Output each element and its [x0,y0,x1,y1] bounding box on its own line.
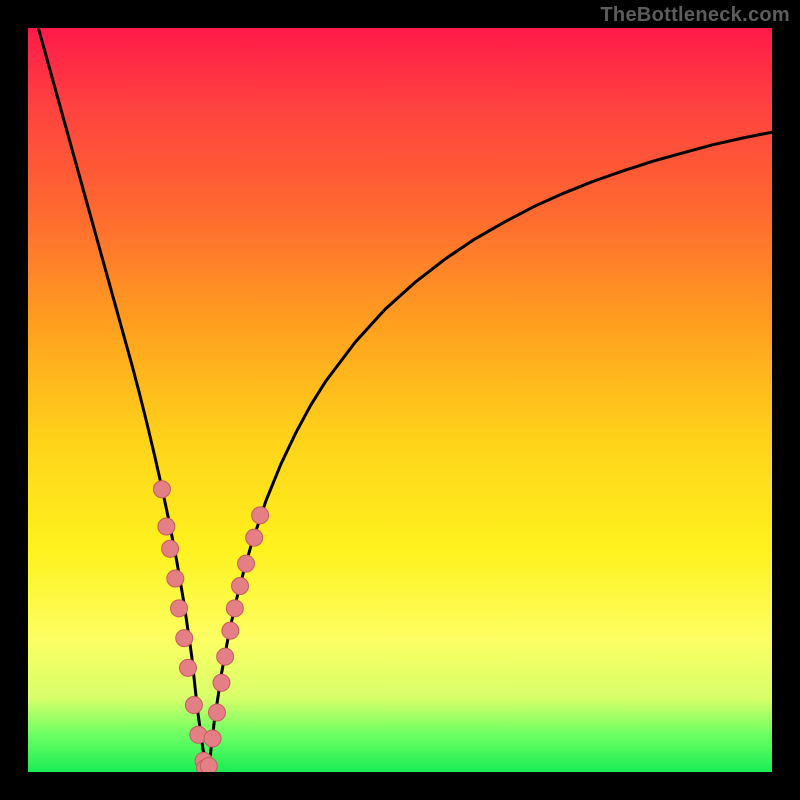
chart-svg [28,28,772,772]
plot-area [28,28,772,772]
bottleneck-curve [28,28,772,768]
scatter-markers [153,481,268,772]
chart-frame: TheBottleneck.com [0,0,800,800]
watermark-text: TheBottleneck.com [600,4,790,27]
